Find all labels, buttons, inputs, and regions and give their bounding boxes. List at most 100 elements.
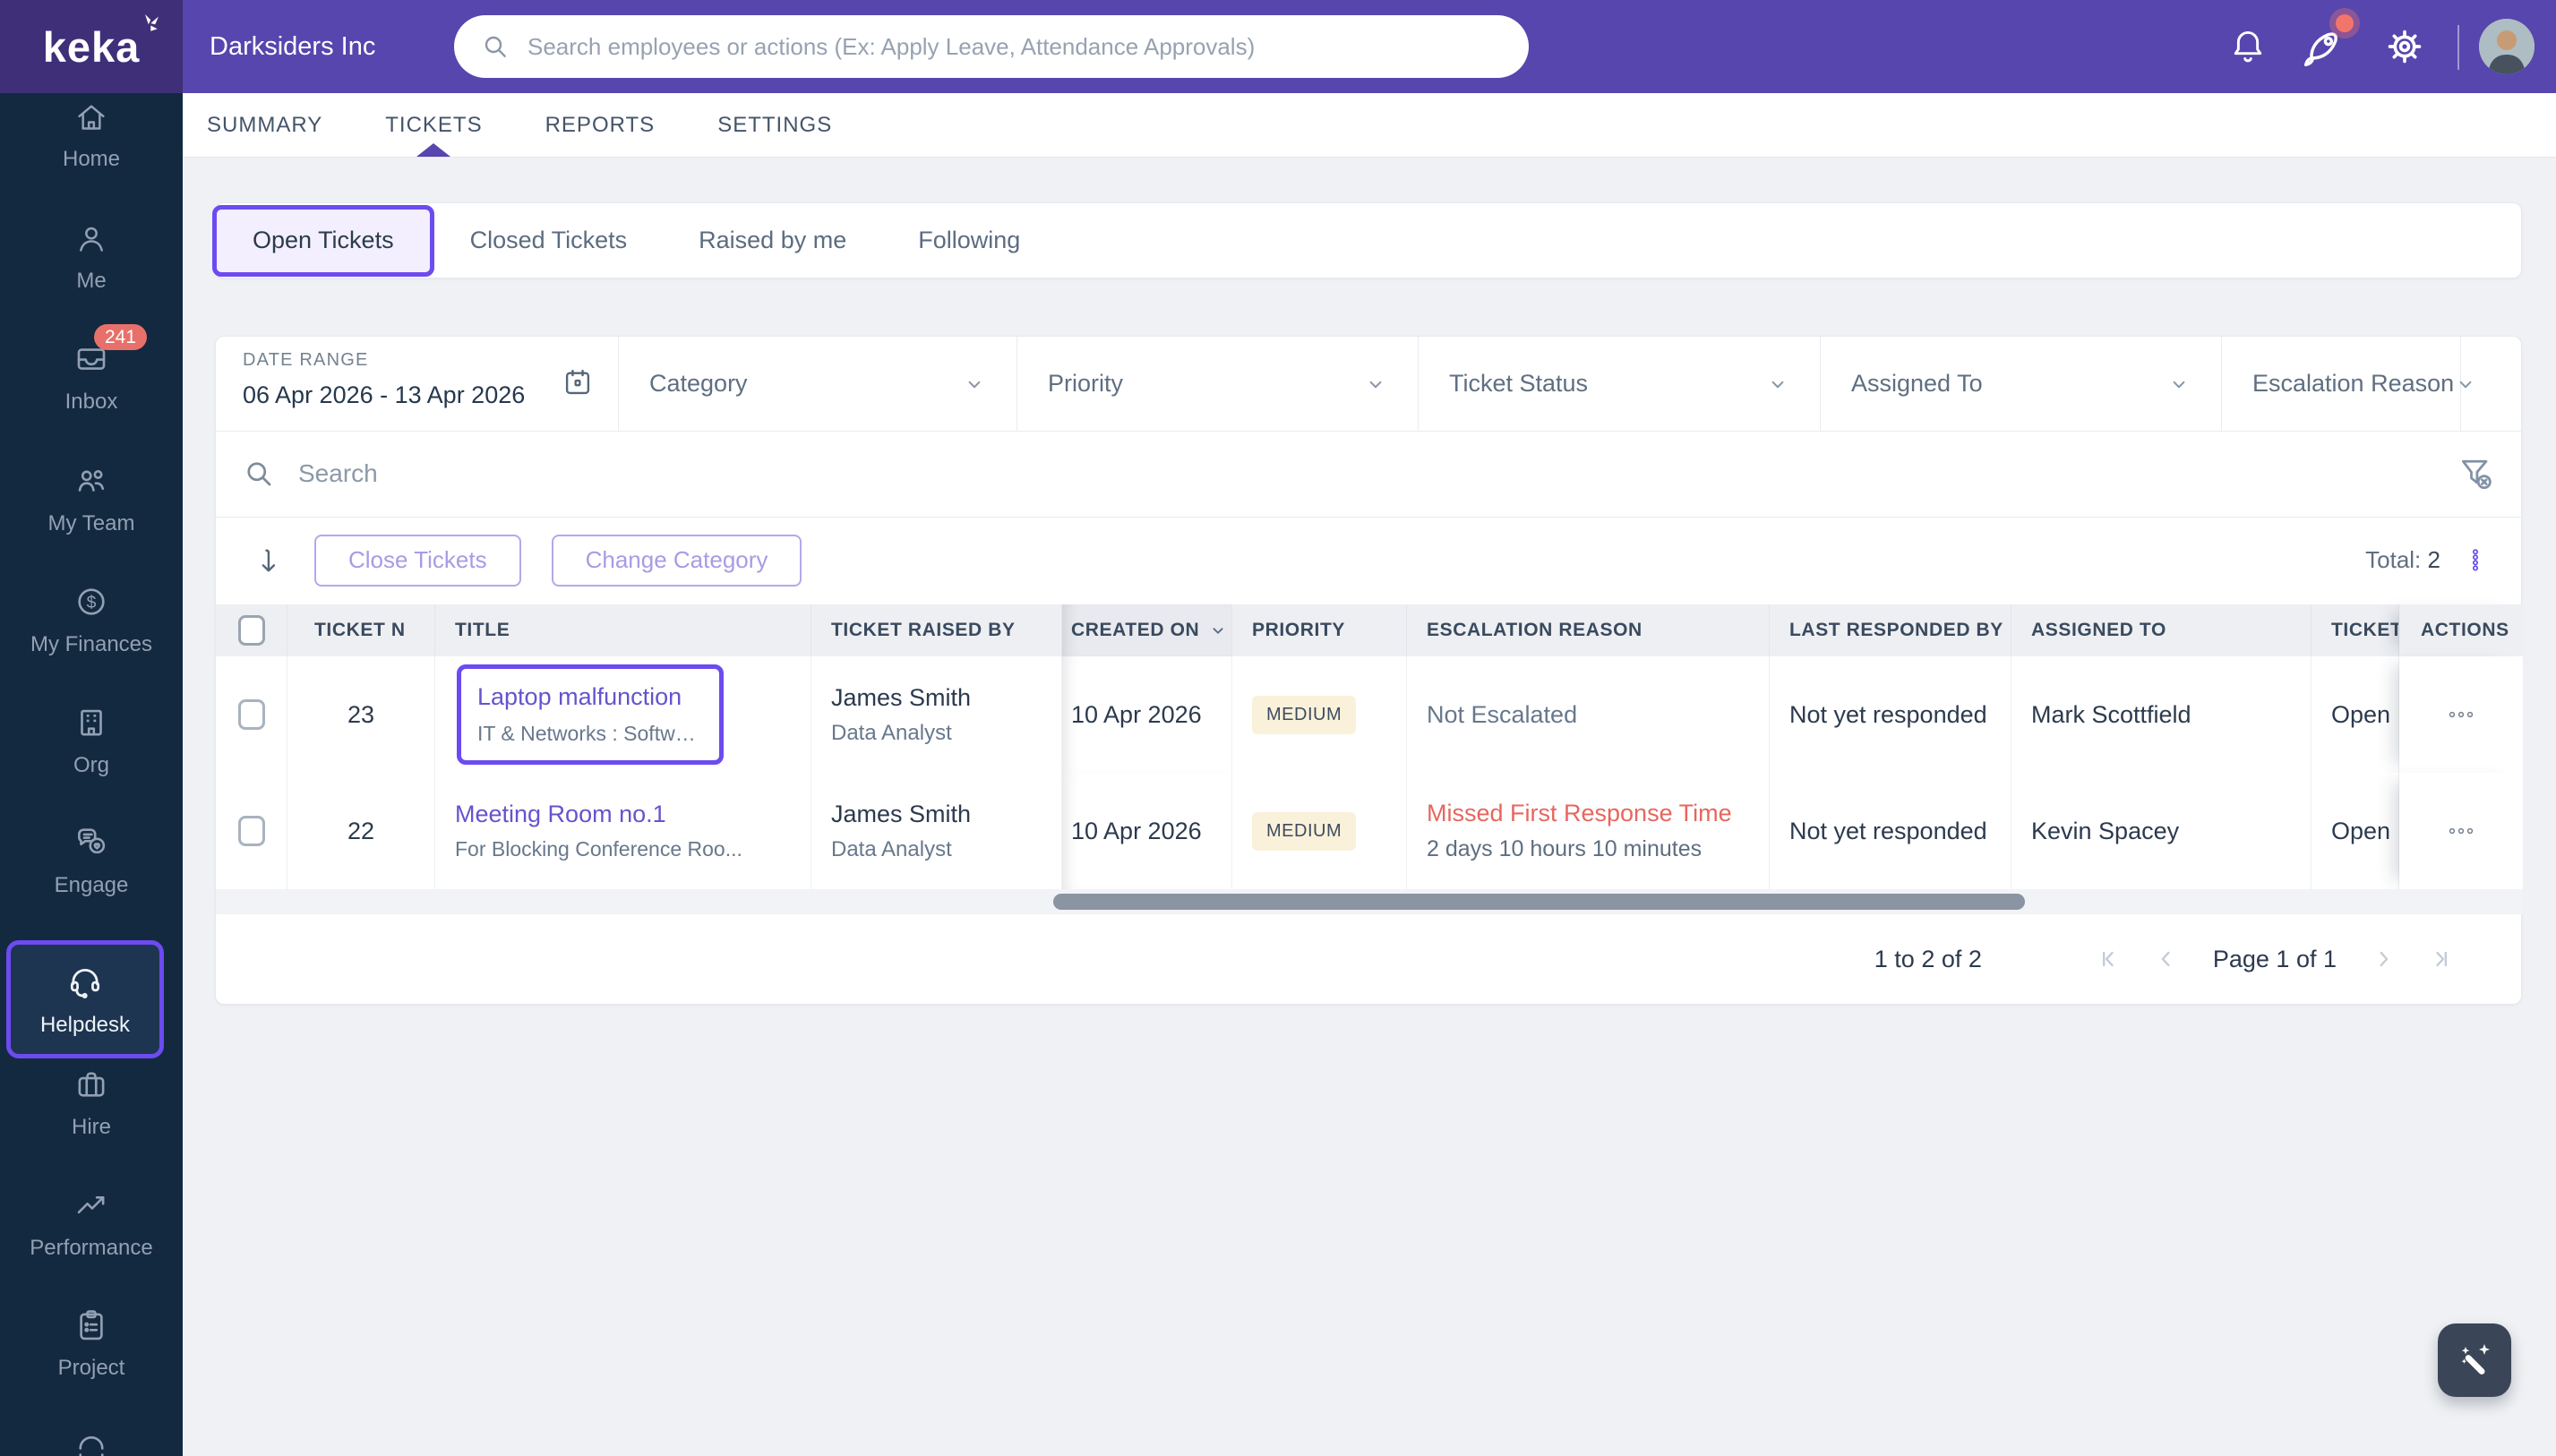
subtab-raised-by-me[interactable]: Raised by me bbox=[663, 227, 882, 254]
ticket-status-value: Open bbox=[2331, 701, 2398, 729]
header-ticket-status[interactable]: TICKET bbox=[2312, 604, 2399, 656]
subtab-closed-tickets[interactable]: Closed Tickets bbox=[434, 227, 664, 254]
sidebar-item-org[interactable]: Org bbox=[0, 704, 183, 778]
header-ticket-raised-by[interactable]: TICKET RAISED BY bbox=[811, 604, 1062, 656]
tab-summary[interactable]: SUMMARY bbox=[207, 93, 322, 157]
ticket-view-tabs: Open Tickets Closed Tickets Raised by me… bbox=[215, 202, 2522, 278]
last-responded-value: Not yet responded bbox=[1789, 701, 2011, 729]
tab-settings[interactable]: SETTINGS bbox=[717, 93, 832, 157]
select-all-checkbox[interactable] bbox=[238, 615, 265, 646]
ticket-title-link[interactable]: Meeting Room no.1 bbox=[455, 801, 811, 828]
tab-reports[interactable]: REPORTS bbox=[545, 93, 656, 157]
annotation-highlight-box: Laptop malfunction IT & Networks : Softw… bbox=[457, 664, 724, 765]
clear-filters-icon[interactable] bbox=[2457, 454, 2496, 493]
row-actions-kebab-icon[interactable] bbox=[2448, 707, 2475, 722]
ai-assistant-button[interactable] bbox=[2438, 1323, 2511, 1397]
global-search-input[interactable] bbox=[526, 32, 1502, 62]
subtab-following[interactable]: Following bbox=[882, 227, 1056, 254]
table-header-row: TICKET N TITLE TICKET RAISED BY CREATED … bbox=[216, 604, 2523, 656]
tab-tickets[interactable]: TICKETS bbox=[385, 93, 482, 157]
title-cell: Laptop malfunction IT & Networks : Softw… bbox=[435, 656, 811, 773]
raised-by-role: Data Analyst bbox=[831, 837, 1061, 862]
keka-logo-spark-icon bbox=[136, 10, 163, 37]
sidebar-item-label: Hire bbox=[72, 1115, 111, 1140]
topbar: keka Darksiders Inc bbox=[0, 0, 2556, 93]
sidebar-item-partial[interactable] bbox=[0, 1433, 183, 1456]
sidebar-item-helpdesk[interactable]: Helpdesk bbox=[6, 940, 164, 1058]
category-filter[interactable]: Category bbox=[619, 337, 1017, 431]
search-icon bbox=[243, 458, 275, 490]
actions-cell bbox=[2399, 773, 2522, 889]
row-checkbox[interactable] bbox=[238, 699, 265, 730]
module-tabbar: SUMMARY TICKETS REPORTS SETTINGS bbox=[183, 93, 2556, 158]
chevron-down-icon bbox=[963, 373, 986, 396]
notifications-bell-icon[interactable] bbox=[2228, 0, 2268, 93]
sidebar-item-inbox[interactable]: 241 Inbox bbox=[0, 340, 183, 415]
user-avatar[interactable] bbox=[2479, 19, 2535, 74]
magic-wand-icon bbox=[2453, 1339, 2496, 1382]
settings-gear-icon[interactable] bbox=[2384, 0, 2425, 93]
global-search[interactable] bbox=[454, 15, 1529, 78]
table-search-input[interactable] bbox=[296, 458, 2457, 489]
change-category-button[interactable]: Change Category bbox=[552, 535, 802, 587]
subtab-open-tickets[interactable]: Open Tickets bbox=[212, 205, 434, 277]
team-icon bbox=[73, 462, 110, 500]
header-title[interactable]: TITLE bbox=[435, 604, 811, 656]
horizontal-scrollbar-thumb[interactable] bbox=[1053, 894, 2025, 910]
last-responded-cell: Not yet responded bbox=[1770, 656, 2011, 773]
row-actions-kebab-icon[interactable] bbox=[2448, 824, 2475, 838]
table-toolbar: Close Tickets Change Category Total: 2 bbox=[216, 518, 2523, 603]
raised-by-cell: James Smith Data Analyst bbox=[811, 773, 1062, 889]
partial-icon bbox=[73, 1433, 110, 1456]
header-escalation-reason[interactable]: ESCALATION REASON bbox=[1407, 604, 1770, 656]
ticket-title-link[interactable]: Laptop malfunction bbox=[477, 683, 703, 711]
horizontal-scrollbar-track bbox=[216, 889, 2523, 914]
first-page-icon[interactable] bbox=[2097, 946, 2122, 972]
sidebar-item-home[interactable]: Home bbox=[0, 99, 183, 172]
company-name: Darksiders Inc bbox=[210, 0, 375, 93]
last-page-icon[interactable] bbox=[2428, 946, 2453, 972]
table-options-kebab-icon[interactable] bbox=[2464, 547, 2487, 574]
assigned-to-filter[interactable]: Assigned To bbox=[1821, 337, 2222, 431]
close-tickets-button[interactable]: Close Tickets bbox=[314, 535, 521, 587]
ticket-status-cell: Open bbox=[2312, 656, 2399, 773]
sidebar-item-engage[interactable]: Engage bbox=[0, 824, 183, 898]
priority-filter[interactable]: Priority bbox=[1017, 337, 1419, 431]
header-created-on-label: CREATED ON bbox=[1071, 620, 1199, 641]
header-actions: ACTIONS bbox=[2399, 604, 2522, 656]
sidebar-item-label: My Team bbox=[48, 511, 135, 536]
total-label: Total: bbox=[2365, 546, 2421, 573]
assigned-to-cell: Kevin Spacey bbox=[2011, 773, 2312, 889]
sort-down-arrow-icon[interactable] bbox=[252, 544, 284, 577]
last-responded-cell: Not yet responded bbox=[1770, 773, 2011, 889]
row-checkbox[interactable] bbox=[238, 816, 265, 846]
sidebar-item-performance[interactable]: Performance bbox=[0, 1186, 183, 1261]
sidebar-item-project[interactable]: Project bbox=[0, 1306, 183, 1381]
filter-spacer bbox=[2461, 337, 2523, 431]
sidebar-item-label: Engage bbox=[55, 873, 129, 898]
ticket-status-filter[interactable]: Ticket Status bbox=[1419, 337, 1821, 431]
sidebar-item-label: Home bbox=[63, 147, 120, 172]
date-range-filter[interactable]: DATE RANGE 06 Apr 2026 - 13 Apr 2026 bbox=[216, 337, 619, 431]
prev-page-icon[interactable] bbox=[2154, 946, 2179, 972]
header-last-responded-by[interactable]: LAST RESPONDED BY bbox=[1770, 604, 2011, 656]
sidebar-item-hire[interactable]: Hire bbox=[0, 1066, 183, 1140]
sidebar-item-label: Helpdesk bbox=[40, 1013, 130, 1038]
header-priority[interactable]: PRIORITY bbox=[1232, 604, 1407, 656]
sidebar-item-me[interactable]: Me bbox=[0, 221, 183, 294]
header-ticket-no[interactable]: TICKET N bbox=[287, 604, 435, 656]
headset-icon bbox=[65, 962, 105, 1001]
sort-chevron-icon bbox=[1208, 621, 1228, 640]
raised-by-name: James Smith bbox=[831, 684, 1061, 712]
sidebar-item-label: My Finances bbox=[30, 632, 152, 657]
sidebar-item-label: Performance bbox=[30, 1236, 152, 1261]
raised-by-cell: James Smith Data Analyst bbox=[811, 656, 1062, 773]
next-page-icon[interactable] bbox=[2371, 946, 2396, 972]
sidebar-item-my-finances[interactable]: $ My Finances bbox=[0, 583, 183, 657]
header-created-on[interactable]: CREATED ON bbox=[1062, 604, 1232, 656]
escalation-reason-filter-label: Escalation Reason bbox=[2252, 370, 2454, 398]
escalation-reason-filter[interactable]: Escalation Reason bbox=[2222, 337, 2461, 431]
logo-block[interactable]: keka bbox=[0, 0, 183, 93]
sidebar-item-my-team[interactable]: My Team bbox=[0, 462, 183, 536]
header-assigned-to[interactable]: ASSIGNED TO bbox=[2011, 604, 2312, 656]
